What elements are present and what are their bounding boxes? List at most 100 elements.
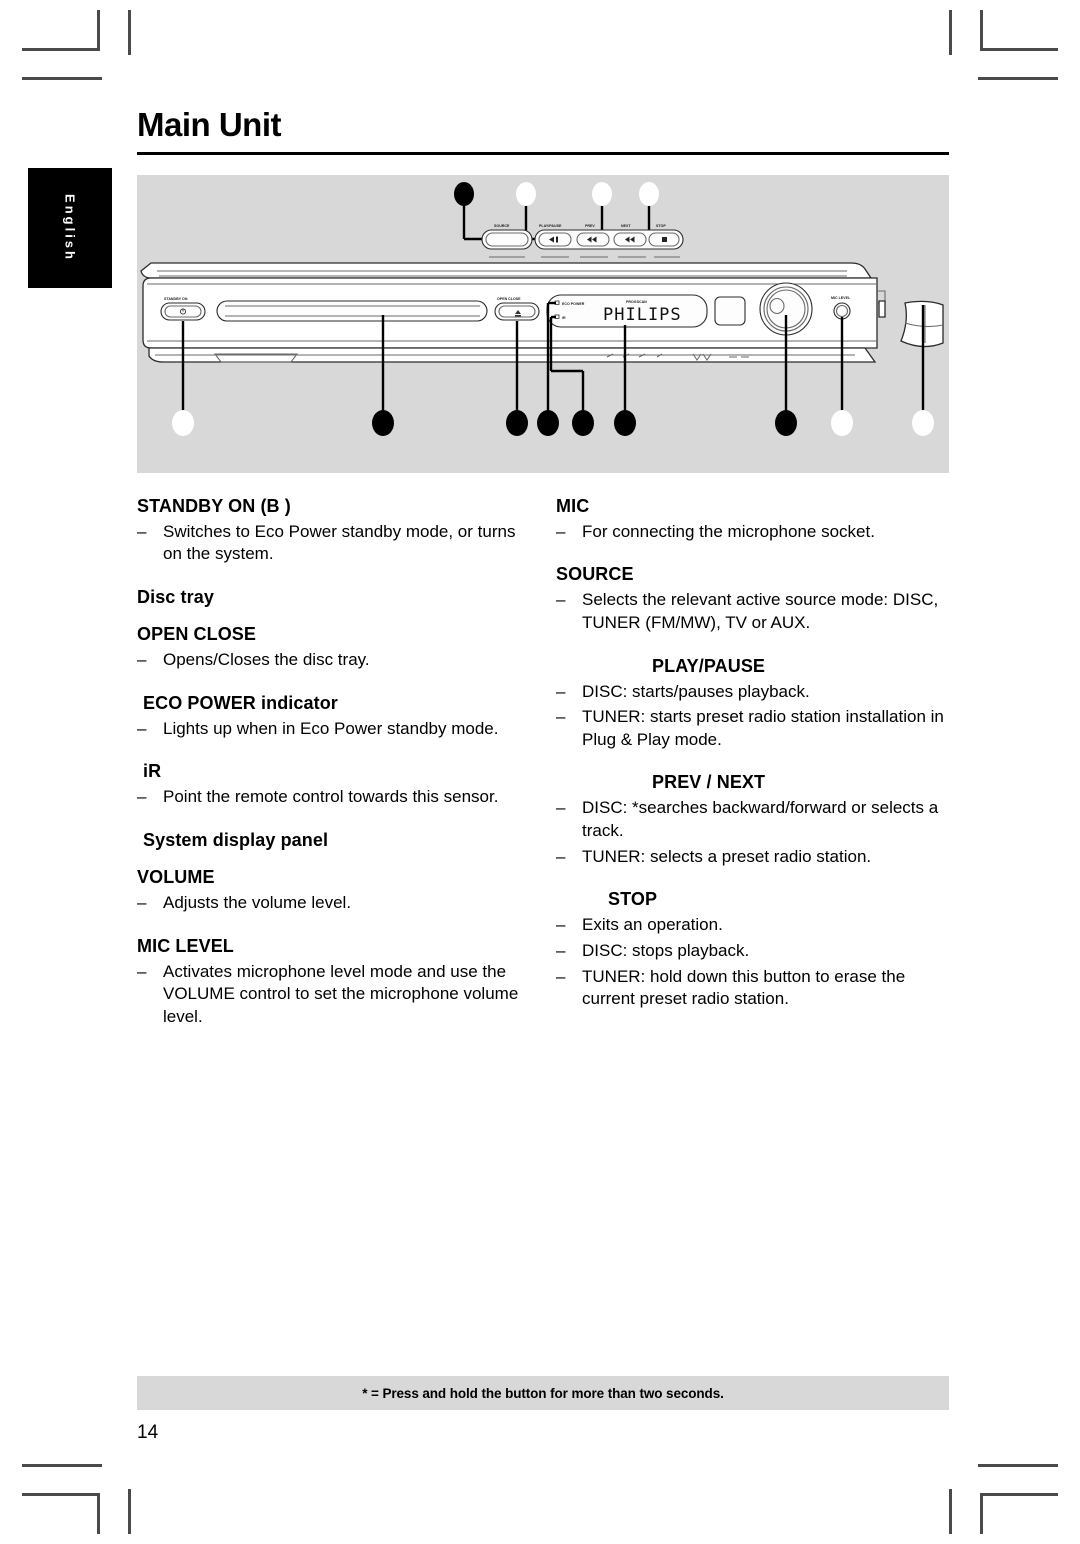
crop-mark-top-right-vertical: [980, 10, 983, 51]
right-description-column: MIC – For connecting the microphone sock…: [556, 495, 949, 1029]
bullet-dash: –: [137, 521, 147, 541]
language-tab: English: [28, 168, 112, 288]
bullet-dash: –: [556, 940, 566, 960]
description-columns: STANDBY ON (B ) – Switches to Eco Power …: [137, 495, 949, 1029]
lcd-brand-text: PHILIPS: [603, 305, 682, 325]
bullet-item: – DISC: starts/pauses playback.: [556, 681, 949, 704]
entry-heading-open-close: OPEN CLOSE: [137, 623, 257, 644]
crop-tick-bottom-right-vertical: [949, 1489, 952, 1534]
crop-tick-top-left-horizontal: [22, 77, 102, 80]
bullet-item: – TUNER: selects a preset radio station.: [556, 846, 949, 869]
bullet-text: DISC: starts/pauses playback.: [582, 681, 810, 701]
bullet-dash: –: [556, 681, 566, 701]
bullet-item: – Exits an operation.: [556, 914, 949, 937]
left-description-column: STANDBY ON (B ) – Switches to Eco Power …: [137, 495, 530, 1029]
entry-heading-volume: VOLUME: [137, 866, 215, 887]
bullet-text: TUNER: hold down this button to erase th…: [582, 966, 906, 1009]
entry-heading-disc-tray: Disc tray: [137, 586, 214, 607]
entry-heading-ir: iR: [143, 761, 162, 782]
bullet-item: – Activates microphone level mode and us…: [137, 961, 530, 1029]
crop-tick-top-left-vertical: [128, 10, 131, 55]
entry-heading-system-display-panel: System display panel: [143, 829, 329, 850]
bullet-dash: –: [556, 590, 566, 610]
entry-heading-play-pause: PLAY/PAUSE: [652, 655, 766, 676]
bullet-item: – Switches to Eco Power standby mode, or…: [137, 521, 530, 566]
crop-mark-bottom-left-horizontal: [22, 1493, 100, 1496]
entry-heading-source: SOURCE: [556, 564, 634, 585]
crop-mark-bottom-right-vertical: [980, 1493, 983, 1534]
bullet-text: Opens/Closes the disc tray.: [163, 649, 370, 669]
bullet-dash: –: [137, 961, 147, 981]
bullet-text: Switches to Eco Power standby mode, or t…: [163, 521, 516, 564]
main-unit-illustration: .ln{stroke:#000;stroke-width:2.4;fill:no…: [137, 174, 949, 473]
bullet-item: – TUNER: hold down this button to erase …: [556, 966, 949, 1011]
crop-tick-bottom-left-vertical: [128, 1489, 131, 1534]
crop-tick-bottom-left-horizontal: [22, 1464, 102, 1467]
bullet-dash: –: [556, 915, 566, 935]
crop-mark-top-right-horizontal: [980, 48, 1058, 51]
svg-text:PROGSCAN: PROGSCAN: [626, 300, 647, 304]
bullet-text: TUNER: selects a preset radio station.: [582, 846, 872, 866]
entry-heading-mic-level: MIC LEVEL: [137, 935, 234, 956]
bullet-text: Adjusts the volume level.: [163, 892, 352, 912]
bullet-dash: –: [556, 798, 566, 818]
bullet-dash: –: [556, 846, 566, 866]
bullet-text: DISC: *searches backward/forward or sele…: [582, 798, 939, 841]
crop-tick-bottom-right-horizontal: [978, 1464, 1058, 1467]
svg-text:ECO POWER: ECO POWER: [562, 302, 585, 306]
crop-mark-bottom-left-vertical: [97, 1493, 100, 1534]
bullet-dash: –: [137, 787, 147, 807]
entry-heading-standby-on: STANDBY ON (B ): [137, 495, 291, 516]
bullet-item: – Adjusts the volume level.: [137, 892, 530, 915]
entry-heading-stop: STOP: [608, 889, 658, 910]
bullet-dash: –: [137, 718, 147, 738]
bullet-item: – TUNER: starts preset radio station ins…: [556, 706, 949, 751]
entry-heading-eco-power-indicator: ECO POWER indicator: [143, 692, 338, 713]
page-title: Main Unit: [137, 106, 281, 143]
svg-text:iR: iR: [562, 316, 566, 320]
bullet-item: – Lights up when in Eco Power standby mo…: [137, 718, 530, 741]
footnote-text: * = Press and hold the button for more t…: [362, 1385, 724, 1401]
crop-mark-top-left-horizontal: [22, 48, 100, 51]
bullet-item: – DISC: *searches backward/forward or se…: [556, 797, 949, 842]
bullet-text: For connecting the microphone socket.: [582, 521, 875, 541]
entry-heading-mic: MIC: [556, 495, 590, 516]
bullet-item: – DISC: stops playback.: [556, 940, 949, 963]
bullet-text: TUNER: starts preset radio station insta…: [582, 707, 944, 749]
footnote-bar: * = Press and hold the button for more t…: [137, 1376, 949, 1410]
page-body: Main Unit .ln{stroke:#000;stroke-width:2…: [137, 0, 949, 1544]
crop-mark-top-left-vertical: [97, 10, 100, 51]
svg-text:NEXT: NEXT: [621, 224, 631, 228]
bullet-item: – Selects the relevant active source mod…: [556, 589, 949, 634]
bullet-text: Lights up when in Eco Power standby mode…: [163, 718, 499, 738]
bullet-text: DISC: stops playback.: [582, 940, 750, 960]
crop-mark-bottom-right-horizontal: [980, 1493, 1058, 1496]
svg-text:STOP: STOP: [656, 224, 666, 228]
crop-tick-top-right-vertical: [949, 10, 952, 55]
bullet-dash: –: [556, 966, 566, 986]
svg-text:OPEN CLOSE: OPEN CLOSE: [497, 297, 521, 301]
bullet-text: Activates microphone level mode and use …: [163, 961, 519, 1026]
bullet-text: Exits an operation.: [582, 915, 723, 935]
bullet-dash: –: [556, 707, 566, 727]
bullet-text: Point the remote control towards this se…: [163, 787, 499, 807]
bullet-dash: –: [556, 521, 566, 541]
bullet-dash: –: [137, 892, 147, 912]
bullet-item: – Opens/Closes the disc tray.: [137, 649, 530, 672]
bullet-item: – For connecting the microphone socket.: [556, 521, 949, 544]
svg-text:SOURCE: SOURCE: [494, 224, 510, 228]
crop-tick-top-right-horizontal: [978, 77, 1058, 80]
entry-heading-prev-next: PREV / NEXT: [652, 772, 766, 793]
bullet-dash: –: [137, 649, 147, 669]
